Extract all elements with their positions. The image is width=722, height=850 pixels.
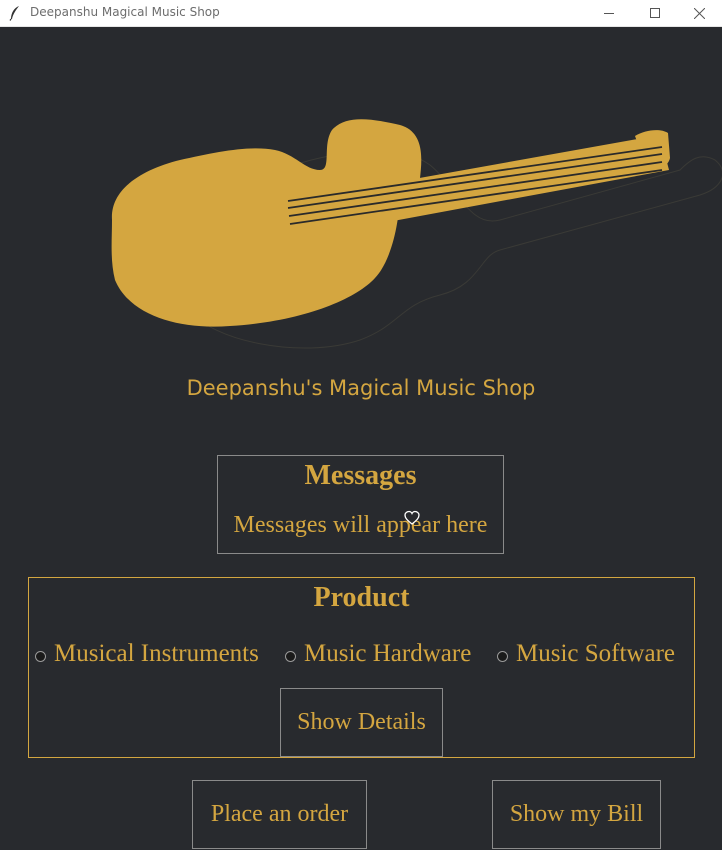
guitar-logo-icon xyxy=(111,119,722,349)
radio-indicator[interactable] xyxy=(285,650,296,662)
shop-title: Deepanshu's Magical Music Shop xyxy=(186,376,536,400)
radio-music-software[interactable]: Music Software xyxy=(497,640,675,668)
show-bill-button[interactable]: Show my Bill xyxy=(492,780,661,849)
minimize-button[interactable] xyxy=(586,0,632,26)
radio-label: Musical Instruments xyxy=(54,640,259,667)
radio-indicator[interactable] xyxy=(35,650,46,662)
maximize-button[interactable] xyxy=(632,0,678,26)
radio-musical-instruments[interactable]: Musical Instruments xyxy=(35,640,259,668)
radio-label: Music Software xyxy=(516,640,675,667)
place-order-button[interactable]: Place an order xyxy=(192,780,367,849)
title-bar: Deepanshu Magical Music Shop xyxy=(0,0,722,27)
product-frame: Product Musical Instruments Music Hardwa… xyxy=(28,577,695,758)
radio-indicator[interactable] xyxy=(497,650,508,662)
close-button[interactable] xyxy=(676,0,722,26)
maximize-icon xyxy=(649,7,660,18)
product-heading: Product xyxy=(313,582,410,613)
feather-icon xyxy=(9,6,19,21)
minimize-icon xyxy=(603,12,614,14)
radio-music-hardware[interactable]: Music Hardware xyxy=(285,640,471,668)
show-details-button[interactable]: Show Details xyxy=(280,688,443,757)
heart-cursor-icon xyxy=(404,510,420,525)
messages-heading: Messages xyxy=(304,460,417,491)
close-icon xyxy=(693,7,705,19)
radio-label: Music Hardware xyxy=(304,640,472,667)
messages-frame: Messages Messages will appear here xyxy=(217,455,504,554)
window-title: Deepanshu Magical Music Shop xyxy=(30,5,220,19)
messages-text: Messages will appear here xyxy=(233,512,488,538)
